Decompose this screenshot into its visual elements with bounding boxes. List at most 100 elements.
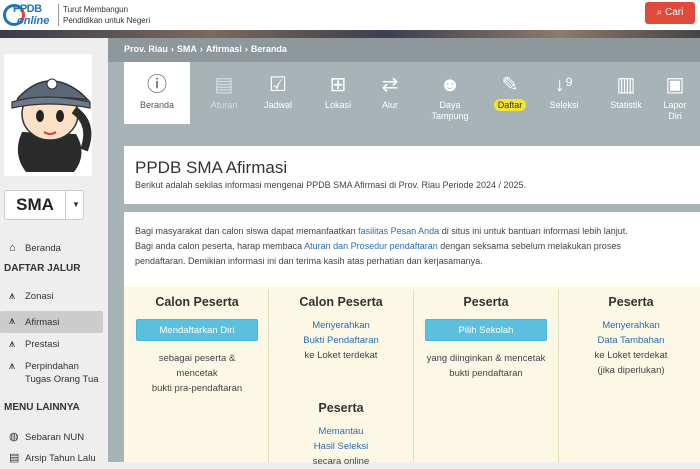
- step-text: (jika diperlukan): [597, 365, 665, 376]
- tagline: Turut Membangun Pendidikan untuk Negeri: [58, 4, 150, 26]
- level-select[interactable]: SMA ▼: [4, 190, 84, 220]
- tab-beranda[interactable]: ⓘ Beranda: [124, 62, 190, 124]
- sidebar-item-beranda[interactable]: ⌂ Beranda: [0, 242, 103, 256]
- info-line-2: Bagi anda calon peserta, harap membaca A…: [135, 239, 685, 254]
- sidebar-item-label: Sebaran NUN: [25, 432, 85, 443]
- shuffle-icon: ⇄: [381, 74, 399, 96]
- road-icon: ⩚: [9, 360, 16, 372]
- mascot-avatar: [4, 54, 92, 176]
- archive-icon: ▤: [9, 452, 20, 464]
- tab-jadwal[interactable]: ☑ Jadwal: [246, 62, 310, 124]
- search-button[interactable]: ⌕ Cari: [645, 2, 695, 24]
- breadcrumb-item[interactable]: SMA: [177, 44, 197, 54]
- tab-label: Alur: [381, 100, 398, 110]
- menyerahkan-link[interactable]: Menyerahkan: [560, 318, 700, 333]
- breadcrumb-bar: Prov. Riau › SMA › Afirmasi › Beranda: [108, 38, 700, 62]
- step-text: ke Loket terdekat: [304, 350, 378, 361]
- step-text: bukti pra-pendaftaran: [151, 383, 243, 394]
- pesan-anda-link[interactable]: fasilitas Pesan Anda: [358, 226, 439, 236]
- tab-seleksi[interactable]: ↓⁹ Seleksi: [532, 62, 596, 124]
- step-text: ke Loket terdekat: [594, 350, 668, 361]
- step-divider: [558, 290, 559, 462]
- level-select-value: SMA: [5, 191, 66, 219]
- road-icon: ⩚: [9, 338, 16, 350]
- caret-down-icon[interactable]: ▼: [67, 191, 85, 219]
- tab-label: Daftar: [493, 99, 527, 111]
- sidebar-item-zonasi[interactable]: ⩚ Zonasi: [0, 290, 103, 304]
- tab-lapor-diri[interactable]: ▣ Lapor Diri: [646, 62, 700, 124]
- sidebar-item-arsip[interactable]: ▤ Arsip Tahun Lalu: [0, 452, 103, 466]
- page-title: PPDB SMA Afirmasi: [135, 158, 288, 177]
- calendar-check-icon: ☑: [269, 74, 287, 96]
- breadcrumb-item: Beranda: [250, 44, 287, 54]
- road-icon: ⩚: [9, 315, 16, 327]
- step-mendaftar: Calon Peserta Mendaftarkan Diri sebagai …: [126, 295, 268, 396]
- step-text: mencetak: [176, 368, 218, 379]
- info-text: Bagi masyarakat dan calon siswa dapat me…: [135, 224, 685, 269]
- mendaftarkan-diri-button[interactable]: Mendaftarkan Diri: [136, 319, 258, 341]
- sidebar-item-label: Beranda: [25, 243, 61, 254]
- info-circle-icon: ⓘ: [147, 74, 167, 96]
- breadcrumb-item[interactable]: Afirmasi: [206, 44, 242, 54]
- ppdb-logo[interactable]: PPDB online: [3, 3, 55, 29]
- chevron-right-icon: ›: [170, 44, 174, 54]
- tab-label: Seleksi: [549, 100, 579, 110]
- step-divider: [413, 290, 414, 462]
- home-icon: ⌂: [9, 242, 16, 254]
- tab-label: Aturan: [210, 100, 238, 110]
- sidebar-item-label: Afirmasi: [25, 317, 60, 328]
- page-subtitle: Berikut adalah sekilas informasi mengena…: [135, 180, 527, 190]
- tab-label: Lapor Diri: [663, 100, 687, 121]
- sort-numeric-icon: ↓⁹: [554, 74, 574, 96]
- step-divider: [268, 290, 269, 462]
- sidebar-item-label: Zonasi: [25, 291, 54, 302]
- sidebar-item-prestasi[interactable]: ⩚ Prestasi: [0, 338, 103, 352]
- tagline-line-1: Turut Membangun: [63, 5, 129, 14]
- memantau-link[interactable]: Memantau: [270, 424, 412, 439]
- sidebar-item-sebaran-nun[interactable]: ◍ Sebaran NUN: [0, 431, 103, 445]
- tagline-line-2: Pendidikan untuk Negeri: [63, 16, 151, 25]
- info-text-1b: di situs ini untuk bantuan informasi leb…: [439, 226, 628, 236]
- section-divider: [124, 204, 700, 212]
- tab-label: Daya Tampung: [431, 100, 469, 121]
- tab-daya-tampung[interactable]: ☻ Daya Tampung: [418, 62, 482, 124]
- sidebar-item-perpindahan[interactable]: ⩚ Perpindahan Tugas Orang Tua: [0, 360, 103, 388]
- aturan-prosedur-link[interactable]: Aturan dan Prosedur pendaftaran: [304, 241, 438, 251]
- step-heading: Calon Peserta: [299, 295, 383, 309]
- info-text-2a: Bagi anda calon peserta, harap membaca: [135, 241, 305, 251]
- top-bar: PPDB online Turut Membangun Pendidikan u…: [0, 0, 700, 30]
- logo-text-top: PPDB: [13, 3, 42, 15]
- logo-text-bottom: online: [17, 15, 50, 27]
- step-link-group: Menyerahkan Bukti Pendaftaran: [270, 318, 412, 348]
- chevron-right-icon: ›: [199, 44, 203, 54]
- users-icon: ☻: [439, 74, 461, 96]
- tab-label: Beranda: [139, 100, 175, 110]
- sidebar-heading-jalur: DAFTAR JALUR: [4, 263, 81, 274]
- search-icon: ⌕: [656, 7, 663, 18]
- breadcrumb: Prov. Riau › SMA › Afirmasi › Beranda: [124, 44, 287, 54]
- bukti-pendaftaran-link[interactable]: Bukti Pendaftaran: [270, 333, 412, 348]
- step-data-tambahan: Peserta Menyerahkan Data Tambahan ke Lok…: [560, 295, 700, 378]
- step-pilih-sekolah: Peserta Pilih Sekolah yang diinginkan & …: [415, 295, 557, 381]
- step-link-group: Menyerahkan Data Tambahan: [560, 318, 700, 348]
- step-menyerahkan-bukti: Calon Peserta Menyerahkan Bukti Pendafta…: [270, 295, 412, 363]
- nav-bar: ⓘ Beranda ▤ Aturan ☑ Jadwal ⊞ Lokasi ⇄ A…: [108, 62, 700, 136]
- step-heading: Peserta: [318, 401, 364, 415]
- pilih-sekolah-button[interactable]: Pilih Sekolah: [425, 319, 547, 341]
- sidebar-item-label: Prestasi: [25, 339, 60, 350]
- hasil-seleksi-link[interactable]: Hasil Seleksi: [270, 439, 412, 454]
- menyerahkan-link[interactable]: Menyerahkan: [270, 318, 412, 333]
- search-button-label: Cari: [665, 7, 684, 18]
- info-line-3: pendaftaran. Demikian informasi ini dan …: [135, 256, 483, 266]
- sidebar-item-afirmasi[interactable]: ⩚ Afirmasi: [0, 311, 103, 333]
- chevron-right-icon: ›: [244, 44, 248, 54]
- sidebar-item-label: Perpindahan Tugas Orang Tua: [25, 361, 99, 385]
- data-tambahan-link[interactable]: Data Tambahan: [560, 333, 700, 348]
- tab-alur[interactable]: ⇄ Alur: [358, 62, 422, 124]
- breadcrumb-item[interactable]: Prov. Riau: [124, 44, 168, 54]
- step-text: sebagai peserta &: [158, 353, 236, 364]
- header-banner: [0, 30, 700, 38]
- step-link-group: Memantau Hasil Seleksi: [270, 424, 412, 454]
- road-icon: ⩚: [9, 290, 16, 302]
- step-text: yang diinginkan & mencetak: [426, 353, 546, 364]
